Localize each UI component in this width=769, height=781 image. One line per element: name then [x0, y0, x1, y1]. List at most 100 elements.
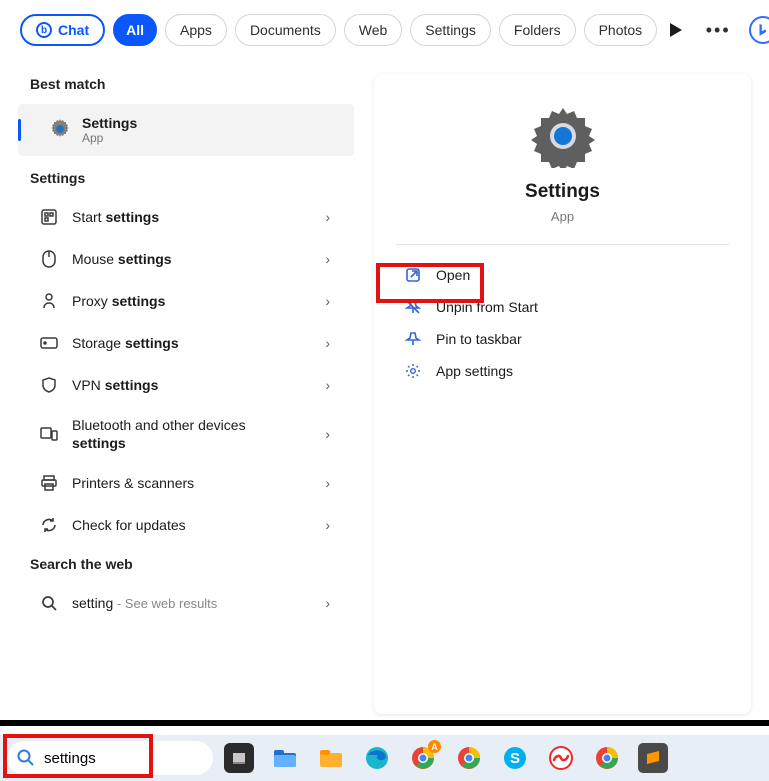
play-icon[interactable]	[665, 19, 687, 41]
search-icon	[40, 594, 58, 612]
result-bluetooth-settings[interactable]: Bluetooth and other devices settings ›	[6, 406, 354, 462]
chevron-right-icon: ›	[325, 251, 330, 267]
tab-photos-label: Photos	[599, 22, 643, 38]
result-label: Storage settings	[72, 335, 311, 351]
action-app-settings-label: App settings	[436, 363, 513, 379]
mouse-icon	[40, 250, 58, 268]
result-label: setting - See web results	[72, 595, 311, 611]
action-app-settings[interactable]: App settings	[398, 355, 727, 387]
unpin-icon	[404, 298, 422, 316]
result-label: Printers & scanners	[72, 475, 311, 491]
more-icon[interactable]: •••	[707, 19, 729, 41]
search-icon	[16, 748, 34, 769]
action-unpin-label: Unpin from Start	[436, 299, 538, 315]
printer-icon	[40, 474, 58, 492]
taskbar-unknown-red[interactable]	[540, 738, 582, 778]
action-open-label: Open	[436, 267, 470, 283]
tab-photos[interactable]: Photos	[584, 14, 658, 46]
action-open[interactable]: Open	[398, 259, 727, 291]
refresh-icon	[40, 516, 58, 534]
bing-icon[interactable]	[749, 16, 769, 44]
tab-chat[interactable]: b Chat	[20, 14, 105, 46]
details-subtitle: App	[551, 209, 574, 224]
action-list: Open Unpin from Start Pin to taskbar App…	[396, 245, 729, 387]
taskbar-search-input[interactable]	[42, 749, 200, 768]
best-match-heading: Best match	[0, 66, 360, 102]
tab-folders[interactable]: Folders	[499, 14, 576, 46]
taskbar-search-box[interactable]	[6, 740, 214, 776]
gear-small-icon	[404, 362, 422, 380]
best-match-item[interactable]: Settings App	[18, 104, 354, 156]
result-web-search[interactable]: setting - See web results ›	[6, 582, 354, 624]
tab-chat-label: Chat	[58, 22, 89, 38]
chevron-right-icon: ›	[325, 517, 330, 533]
svg-text:S: S	[510, 750, 520, 767]
settings-heading: Settings	[0, 160, 360, 196]
bing-chat-icon: b	[36, 22, 52, 38]
tab-apps-label: Apps	[180, 22, 212, 38]
tab-web-label: Web	[359, 22, 388, 38]
result-label: VPN settings	[72, 377, 311, 393]
tab-apps[interactable]: Apps	[165, 14, 227, 46]
taskbar-skype[interactable]: S	[494, 738, 536, 778]
taskbar: A S	[0, 735, 769, 781]
result-vpn-settings[interactable]: VPN settings ›	[6, 364, 354, 406]
chevron-right-icon: ›	[325, 426, 330, 442]
result-label: Check for updates	[72, 517, 311, 533]
tab-documents-label: Documents	[250, 22, 321, 38]
windows-search-popup: b Chat All Apps Documents Web Settings F…	[0, 0, 769, 720]
result-printers-scanners[interactable]: Printers & scanners ›	[6, 462, 354, 504]
tab-all-label: All	[126, 22, 144, 38]
result-storage-settings[interactable]: Storage settings ›	[6, 322, 354, 364]
grid-icon	[40, 208, 58, 226]
proxy-icon	[40, 292, 58, 310]
taskbar-chrome-3[interactable]	[586, 738, 628, 778]
result-label: Mouse settings	[72, 251, 311, 267]
result-label: Start settings	[72, 209, 311, 225]
taskbar-files[interactable]	[310, 738, 352, 778]
action-pin-taskbar[interactable]: Pin to taskbar	[398, 323, 727, 355]
chevron-right-icon: ›	[325, 293, 330, 309]
search-body: Best match Settings App Settings Start s…	[0, 60, 769, 720]
chevron-right-icon: ›	[325, 335, 330, 351]
result-check-updates[interactable]: Check for updates ›	[6, 504, 354, 546]
details-right-column: Settings App Open Unpin from Start Pin t…	[360, 60, 769, 720]
best-match-subtitle: App	[82, 131, 137, 145]
taskbar-chrome-1[interactable]: A	[402, 738, 444, 778]
tab-web[interactable]: Web	[344, 14, 403, 46]
taskbar-edge[interactable]	[356, 738, 398, 778]
search-web-heading: Search the web	[0, 546, 360, 582]
best-match-text: Settings App	[82, 115, 137, 145]
action-pin-taskbar-label: Pin to taskbar	[436, 331, 522, 347]
pin-icon	[404, 330, 422, 348]
chevron-right-icon: ›	[325, 475, 330, 491]
tabs-right-controls: •••	[665, 16, 769, 44]
chevron-right-icon: ›	[325, 595, 330, 611]
search-filter-tabs: b Chat All Apps Documents Web Settings F…	[0, 0, 769, 60]
result-mouse-settings[interactable]: Mouse settings ›	[6, 238, 354, 280]
shield-icon	[40, 376, 58, 394]
devices-icon	[40, 425, 58, 443]
tab-settings[interactable]: Settings	[410, 14, 491, 46]
tab-folders-label: Folders	[514, 22, 561, 38]
gear-icon-large	[531, 104, 595, 171]
action-unpin-start[interactable]: Unpin from Start	[398, 291, 727, 323]
taskbar-chrome-2[interactable]	[448, 738, 490, 778]
details-header: Settings App	[396, 104, 729, 245]
tab-all[interactable]: All	[113, 14, 157, 46]
result-proxy-settings[interactable]: Proxy settings ›	[6, 280, 354, 322]
taskbar-explorer[interactable]	[264, 738, 306, 778]
best-match-title: Settings	[82, 115, 137, 131]
chevron-right-icon: ›	[325, 209, 330, 225]
result-label: Proxy settings	[72, 293, 311, 309]
chevron-right-icon: ›	[325, 377, 330, 393]
tab-documents[interactable]: Documents	[235, 14, 336, 46]
result-label: Bluetooth and other devices settings	[72, 416, 311, 452]
storage-icon	[40, 334, 58, 352]
taskbar-taskview[interactable]	[218, 738, 260, 778]
open-icon	[404, 266, 422, 284]
details-panel: Settings App Open Unpin from Start Pin t…	[374, 74, 751, 714]
taskbar-sublime[interactable]	[632, 738, 674, 778]
divider-top	[0, 720, 769, 726]
result-start-settings[interactable]: Start settings ›	[6, 196, 354, 238]
